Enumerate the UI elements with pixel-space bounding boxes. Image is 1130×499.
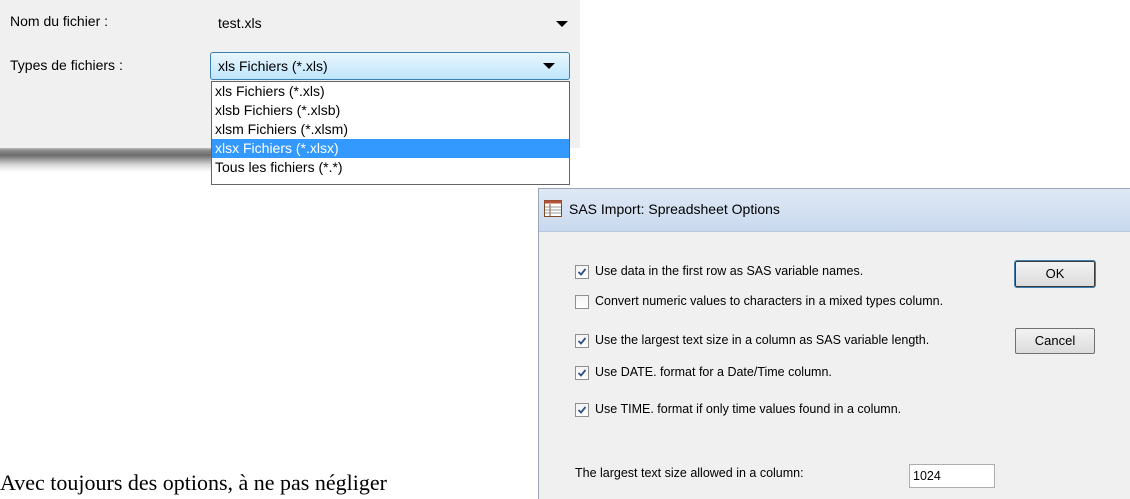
filetype-option-xlsm[interactable]: xlsm Fichiers (*.xlsm) <box>212 120 569 139</box>
filename-value: test.xls <box>218 15 262 31</box>
checkbox-convert-numeric[interactable] <box>575 295 589 309</box>
text-size-value: 1024 <box>913 469 941 483</box>
text-size-label: The largest text size allowed in a colum… <box>575 466 804 480</box>
dialog-titlebar[interactable]: SAS Import: Spreadsheet Options <box>539 189 1130 232</box>
filetype-option-all[interactable]: Tous les fichiers (*.*) <box>212 158 569 177</box>
chevron-down-icon[interactable] <box>543 63 555 69</box>
filetype-dropdown-list[interactable]: xls Fichiers (*.xls) xlsb Fichiers (*.xl… <box>211 81 570 185</box>
checkbox-largest-text-size[interactable] <box>575 334 589 348</box>
option-label-time-format: Use TIME. format if only time values fou… <box>595 402 902 416</box>
ok-button[interactable]: OK <box>1014 260 1096 288</box>
filename-combobox[interactable]: test.xls <box>210 10 572 36</box>
filetype-option-xlsx[interactable]: xlsx Fichiers (*.xlsx) <box>212 139 569 158</box>
checkbox-date-format[interactable] <box>575 366 589 380</box>
chevron-down-icon[interactable] <box>556 21 568 27</box>
option-label-first-row: Use data in the first row as SAS variabl… <box>595 264 864 278</box>
filetype-option-xlsb[interactable]: xlsb Fichiers (*.xlsb) <box>212 101 569 120</box>
dialog-title: SAS Import: Spreadsheet Options <box>569 201 780 217</box>
window-shadow-bar <box>0 148 211 172</box>
option-label-convert-numeric: Convert numeric values to characters in … <box>595 294 944 308</box>
option-label-date-format: Use DATE. format for a Date/Time column. <box>595 365 832 379</box>
option-label-largest-text: Use the largest text size in a column as… <box>595 333 930 347</box>
checkbox-first-row-names[interactable] <box>575 265 589 279</box>
filetype-select[interactable]: xls Fichiers (*.xls) <box>210 52 570 80</box>
spreadsheet-icon <box>544 200 562 217</box>
filename-label: Nom du fichier : <box>10 13 109 29</box>
filetype-selected-value: xls Fichiers (*.xls) <box>218 58 328 74</box>
text-size-input[interactable]: 1024 <box>909 464 995 488</box>
cancel-button[interactable]: Cancel <box>1015 328 1095 354</box>
filetype-option-xls[interactable]: xls Fichiers (*.xls) <box>212 82 569 101</box>
checkbox-time-format[interactable] <box>575 403 589 417</box>
caption-text: Avec toujours des options, à ne pas négl… <box>0 470 387 495</box>
sas-import-dialog: SAS Import: Spreadsheet Options Use data… <box>538 188 1130 499</box>
filetype-label: Types de fichiers : <box>10 57 123 73</box>
